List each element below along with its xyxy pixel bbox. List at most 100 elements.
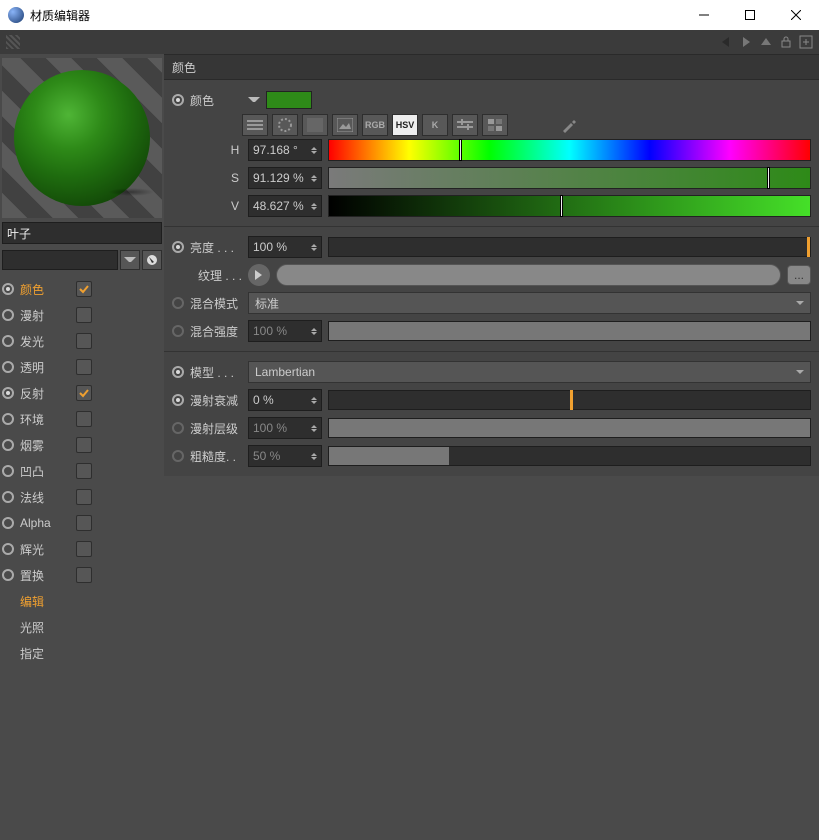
color-swatch[interactable] [266, 91, 312, 109]
falloff-input[interactable]: 0 % [248, 389, 322, 411]
sat-label: S [228, 171, 242, 185]
channel-1[interactable]: 漫射 [2, 302, 162, 328]
channel-label: Alpha [20, 516, 70, 530]
blendstrength-radio [172, 325, 184, 337]
mixer-mode-icon[interactable] [452, 114, 478, 136]
main-panel: 颜色 颜色 RGB HSV K H 97 [164, 54, 819, 840]
material-name-input[interactable]: 叶子 [2, 222, 162, 244]
channel-label: 烟雾 [20, 437, 70, 454]
hue-slider[interactable] [328, 139, 811, 161]
sat-input[interactable]: 91.129 % [248, 167, 322, 189]
hue-input[interactable]: 97.168 ° [248, 139, 322, 161]
slider-mode-icon[interactable] [242, 114, 268, 136]
blendstrength-input: 100 % [248, 320, 322, 342]
nav-back-icon[interactable] [719, 35, 733, 49]
channel-checkbox[interactable] [76, 463, 92, 479]
brightness-radio[interactable] [172, 241, 184, 253]
channel-3[interactable]: 透明 [2, 354, 162, 380]
channel-radio[interactable] [2, 413, 14, 425]
channel-radio[interactable] [2, 387, 14, 399]
channel-radio[interactable] [2, 569, 14, 581]
channel-checkbox[interactable] [76, 359, 92, 375]
channel-13[interactable]: 光照 [2, 614, 162, 640]
texture-path-input[interactable] [276, 264, 781, 286]
channel-7[interactable]: 凹凸 [2, 458, 162, 484]
channel-radio[interactable] [2, 543, 14, 555]
eyedropper-icon[interactable] [556, 114, 582, 136]
model-radio[interactable] [172, 366, 184, 378]
channel-checkbox[interactable] [76, 307, 92, 323]
nav-fwd-icon[interactable] [739, 35, 753, 49]
image-mode-icon[interactable] [332, 114, 358, 136]
channel-checkbox[interactable] [76, 411, 92, 427]
texture-menu-button[interactable] [248, 264, 270, 286]
channel-label: 环境 [20, 411, 70, 428]
channel-label: 漫射 [20, 307, 70, 324]
channel-checkbox[interactable] [76, 567, 92, 583]
kelvin-mode-button[interactable]: K [422, 114, 448, 136]
channel-11[interactable]: 置换 [2, 562, 162, 588]
falloff-radio[interactable] [172, 394, 184, 406]
channel-8[interactable]: 法线 [2, 484, 162, 510]
close-button[interactable] [773, 0, 819, 30]
model-label: 模型 . . . [190, 364, 234, 381]
titlebar: 材质编辑器 [0, 0, 819, 30]
channel-checkbox[interactable] [76, 541, 92, 557]
level-slider [328, 418, 811, 438]
channel-radio[interactable] [2, 335, 14, 347]
channel-radio[interactable] [2, 491, 14, 503]
channel-radio[interactable] [2, 439, 14, 451]
channel-5[interactable]: 环境 [2, 406, 162, 432]
model-dropdown[interactable]: Lambertian [248, 361, 811, 383]
channel-radio[interactable] [2, 361, 14, 373]
channel-4[interactable]: 反射 [2, 380, 162, 406]
channel-label: 指定 [20, 645, 70, 662]
maximize-button[interactable] [727, 0, 773, 30]
channel-radio[interactable] [2, 283, 14, 295]
channel-14[interactable]: 指定 [2, 640, 162, 666]
brightness-slider[interactable] [328, 237, 811, 257]
hsv-mode-button[interactable]: HSV [392, 114, 418, 136]
channel-label: 法线 [20, 489, 70, 506]
channel-checkbox[interactable] [76, 437, 92, 453]
color-dropdown-icon[interactable] [248, 94, 260, 106]
channel-12[interactable]: 编辑 [2, 588, 162, 614]
wheel-mode-icon[interactable] [272, 114, 298, 136]
channel-checkbox[interactable] [76, 333, 92, 349]
channel-9[interactable]: Alpha [2, 510, 162, 536]
rough-slider [328, 446, 811, 466]
falloff-slider[interactable] [328, 390, 811, 410]
color-radio[interactable] [172, 94, 184, 106]
sat-slider[interactable] [328, 167, 811, 189]
channel-radio[interactable] [2, 517, 14, 529]
minimize-button[interactable] [681, 0, 727, 30]
rough-input: 50 % [248, 445, 322, 467]
material-preview[interactable] [2, 58, 162, 218]
texture-browse-button[interactable]: ... [787, 265, 811, 285]
filter-dropdown-button[interactable] [120, 250, 140, 270]
swatches-mode-icon[interactable] [482, 114, 508, 136]
channel-checkbox[interactable] [76, 281, 92, 297]
channel-radio[interactable] [2, 309, 14, 321]
channel-search-input[interactable] [2, 250, 118, 270]
spectrum-mode-icon[interactable] [302, 114, 328, 136]
new-tab-icon[interactable] [799, 35, 813, 49]
nav-up-icon[interactable] [759, 35, 773, 49]
color-mode-toolbar: RGB HSV K [242, 114, 811, 136]
channel-checkbox[interactable] [76, 489, 92, 505]
channel-0[interactable]: 颜色 [2, 276, 162, 302]
channel-checkbox[interactable] [76, 515, 92, 531]
channel-radio[interactable] [2, 465, 14, 477]
channel-2[interactable]: 发光 [2, 328, 162, 354]
val-input[interactable]: 48.627 % [248, 195, 322, 217]
lock-icon[interactable] [779, 35, 793, 49]
channel-checkbox[interactable] [76, 385, 92, 401]
channel-6[interactable]: 烟雾 [2, 432, 162, 458]
val-slider[interactable] [328, 195, 811, 217]
blendstrength-label: 混合强度 [190, 323, 238, 340]
pick-button[interactable] [142, 250, 162, 270]
rgb-mode-button[interactable]: RGB [362, 114, 388, 136]
val-label: V [228, 199, 242, 213]
brightness-input[interactable]: 100 % [248, 236, 322, 258]
channel-10[interactable]: 辉光 [2, 536, 162, 562]
